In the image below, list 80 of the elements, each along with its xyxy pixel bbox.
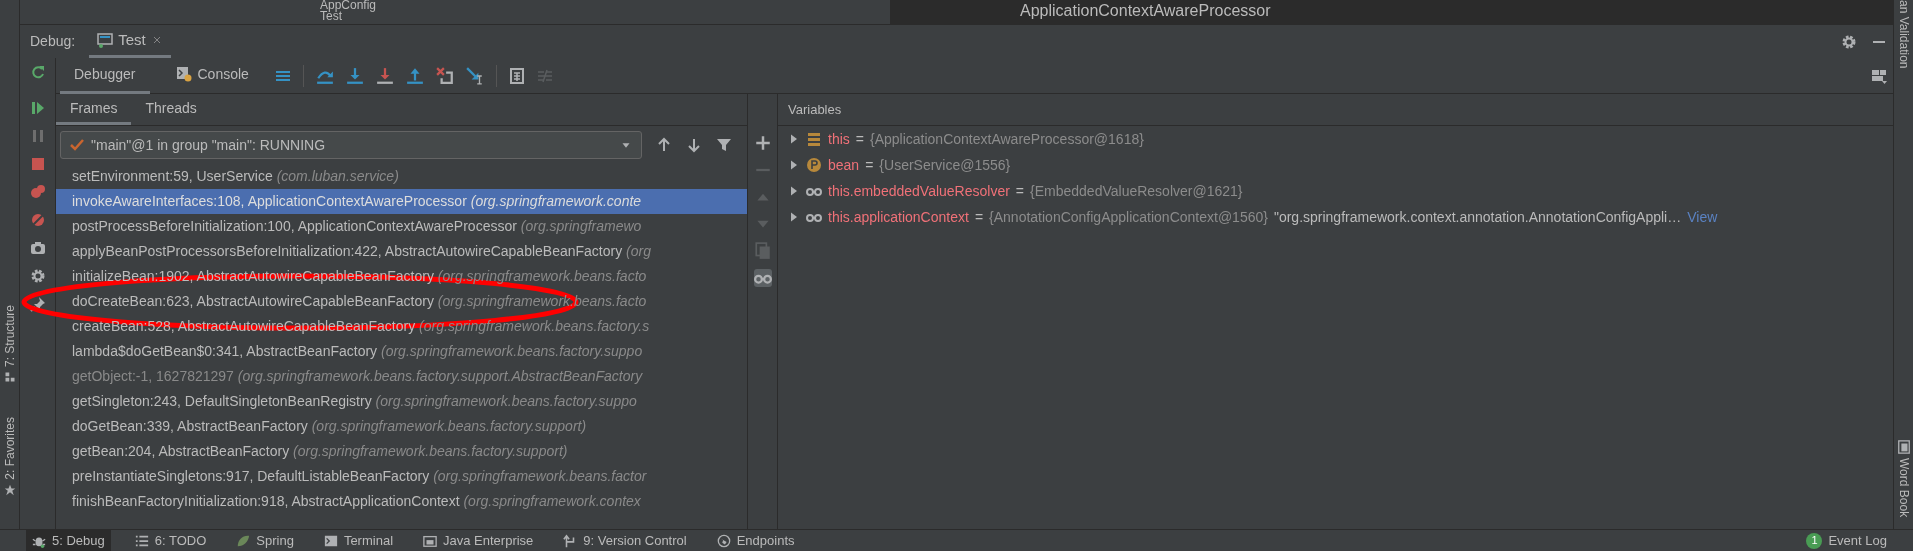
view-tab[interactable]: Console <box>161 57 263 94</box>
todo-icon <box>134 533 149 548</box>
variable-name: this.applicationContext <box>828 207 969 227</box>
panel-label: Debug: <box>30 32 76 51</box>
stack-frame[interactable]: preInstantiateSingletons:917, DefaultListableBeanFactory (org.springframework.beans.factor <box>56 464 747 489</box>
down-arrow-icon[interactable] <box>686 137 702 153</box>
equals-sign: = <box>1015 181 1025 201</box>
screen-icon <box>97 32 114 48</box>
string-value: "org.springframework.context.annotation.AnnotationConfigAppli… <box>1273 207 1682 227</box>
settings-icon[interactable] <box>29 268 46 284</box>
panel-title: Variables <box>788 100 842 119</box>
variable-value: {AnnotationConfigApplicationContext@1560} <box>989 207 1268 227</box>
tool-window-tab[interactable]: 9: Version Control <box>557 529 693 551</box>
variable-name: bean <box>828 155 860 175</box>
book-icon[interactable] <box>1896 439 1911 454</box>
variable-name: this.embeddedValueResolver <box>828 181 1010 201</box>
structure-icon[interactable] <box>3 371 16 384</box>
variable-name: this <box>828 129 850 149</box>
step-into-icon[interactable] <box>345 66 364 85</box>
count-badge: 1 <box>1806 532 1823 549</box>
view-tab[interactable]: Debugger <box>60 57 150 94</box>
variable-value: {ApplicationContextAwareProcessor@1618} <box>870 129 1144 149</box>
spring-icon <box>236 533 251 548</box>
structure-tab[interactable]: 7: Structure <box>0 305 19 368</box>
variable-value: {UserService@1556} <box>879 155 1011 175</box>
calculator-icon[interactable] <box>508 67 525 84</box>
add-icon[interactable] <box>753 134 772 152</box>
tool-window-tab[interactable]: Java Enterprise <box>417 529 540 551</box>
frames-tab[interactable]: Threads <box>131 94 211 125</box>
terminal-icon <box>323 533 338 548</box>
stack-frame[interactable]: applyBeanPostProcessorsBeforeInitialization:422, AbstractAutowireCapableBeanFactory (org <box>56 239 747 264</box>
stack-frame[interactable]: invokeAwareInterfaces:108, ApplicationContextAwareProcessor (org.springframework.conte <box>56 189 747 214</box>
stack-frame[interactable]: finishBeanFactoryInitialization:918, AbstractApplicationContext (org.springframework.contex <box>56 489 747 514</box>
favorites-tab[interactable]: 2: Favorites <box>0 417 19 480</box>
tool-window-tab[interactable]: 5: Debug <box>26 529 111 551</box>
settings-icon[interactable] <box>1841 33 1857 50</box>
validation-tab[interactable]: an Validation <box>1894 0 1913 69</box>
stop-icon[interactable] <box>29 156 46 172</box>
camera-icon[interactable] <box>29 240 46 256</box>
stack-frame[interactable]: getObject:-1, 1627821297 (org.springframework.beans.factory.support.AbstractBeanFactory <box>56 364 747 389</box>
tool-window-tab[interactable]: Spring <box>230 529 300 551</box>
thread-dropdown[interactable]: "main"@1 in group "main": RUNNING <box>60 131 642 159</box>
console-icon <box>175 66 192 82</box>
equals-sign: = <box>974 207 984 227</box>
stack-frame[interactable]: lambda$doGetBean$0:341, AbstractBeanFactory (org.springframework.beans.factory.suppo <box>56 339 747 364</box>
tool-window-tab[interactable]: 6: TODO <box>128 529 213 551</box>
stack-frame[interactable]: setEnvironment:59, UserService (com.luban.service) <box>56 164 747 189</box>
up-arrow-icon[interactable] <box>656 137 672 153</box>
tree-item[interactable]: Test <box>320 11 890 22</box>
tool-window-tab[interactable]: Terminal <box>317 529 399 551</box>
equals-sign: = <box>855 129 864 149</box>
pin-icon[interactable] <box>29 296 46 312</box>
stack-frame[interactable]: doGetBean:339, AbstractBeanFactory (org.springframework.beans.factory.support) <box>56 414 747 439</box>
editor-tab[interactable]: ApplicationContextAwareProcessor <box>1020 2 1271 19</box>
force-step-into-icon[interactable] <box>375 66 394 85</box>
frames-tab[interactable]: Frames <box>56 94 132 125</box>
run-to-cursor-icon[interactable] <box>465 66 484 85</box>
session-tab[interactable]: Test <box>89 24 171 59</box>
parameter-icon <box>806 157 822 173</box>
resume-icon[interactable] <box>29 100 46 116</box>
breakpoints-icon[interactable] <box>29 184 46 200</box>
stack-frame[interactable]: getSingleton:243, DefaultSingletonBeanRegistry (org.springframework.beans.factory.suppo <box>56 389 747 414</box>
drop-frame-icon[interactable] <box>435 66 454 85</box>
check-icon <box>69 137 85 153</box>
rerun-icon[interactable] <box>29 64 46 80</box>
stack-frame[interactable]: getBean:204, AbstractBeanFactory (org.springframework.beans.factory.support) <box>56 439 747 464</box>
filter-icon[interactable] <box>716 137 732 153</box>
field-icon <box>806 131 822 147</box>
layout-icon[interactable] <box>1871 67 1887 84</box>
star-icon[interactable] <box>3 483 16 496</box>
tool-window-tab[interactable]: Endpoints <box>710 529 801 551</box>
mute-breakpoints-icon[interactable] <box>29 212 46 228</box>
step-out-icon[interactable] <box>405 66 424 85</box>
variable-value: {EmbeddedValueResolver@1621} <box>1030 181 1243 201</box>
equals-sign: = <box>865 155 874 175</box>
tree-item[interactable]: AppConfig <box>320 0 890 11</box>
word-book-tab[interactable]: Word Book <box>1894 457 1913 517</box>
glasses-icon[interactable] <box>753 269 772 287</box>
stack-frame[interactable]: postProcessBeforeInitialization:100, ApplicationContextAwareProcessor (org.springframewo <box>56 214 747 239</box>
event-log-tab[interactable]: 1 Event Log <box>1800 529 1893 551</box>
